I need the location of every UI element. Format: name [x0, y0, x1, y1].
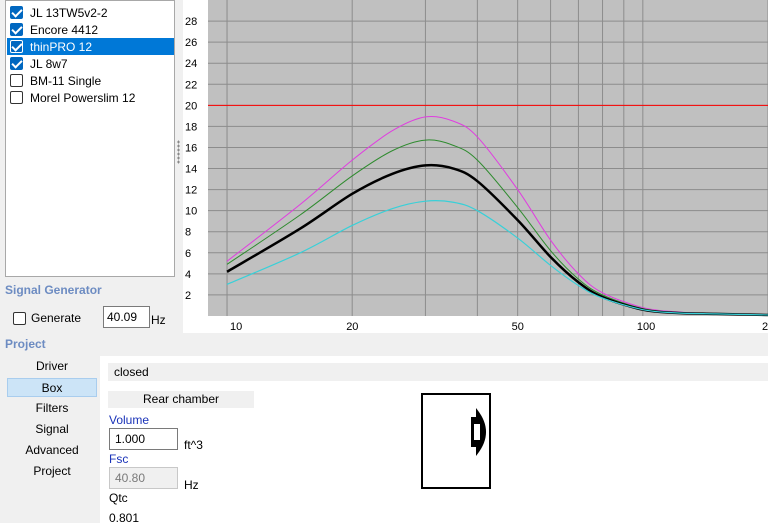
- driver-list[interactable]: JL 13TW5v2-2 Encore 4412 thinPRO 12 JL 8w7 B…: [5, 0, 175, 277]
- splitter-handle[interactable]: [177, 140, 180, 164]
- fsc-unit: Hz: [184, 478, 199, 492]
- qtc-label: Qtc: [109, 491, 128, 505]
- plot-area: [208, 0, 768, 316]
- generate-toggle[interactable]: Generate: [13, 311, 81, 325]
- x-tick-label: 10: [230, 321, 242, 333]
- y-tick-label: 6: [185, 248, 191, 260]
- y-tick-label: 2: [185, 290, 191, 302]
- volume-unit: ft^3: [184, 438, 203, 452]
- y-tick-label: 12: [185, 185, 197, 197]
- driver-label: JL 8w7: [30, 56, 68, 71]
- y-tick-label: 22: [185, 79, 197, 91]
- driver-label: Encore 4412: [30, 22, 99, 37]
- box-type-select[interactable]: closed: [108, 363, 768, 381]
- response-chart: 246810121416182022242628102050100200: [183, 0, 768, 333]
- x-tick-label: 20: [346, 321, 358, 333]
- driver-item[interactable]: Encore 4412: [7, 21, 174, 38]
- nav-item-project[interactable]: Project: [7, 462, 97, 481]
- x-tick-label: 50: [512, 321, 524, 333]
- x-tick-label: 200: [762, 321, 768, 333]
- frequency-input[interactable]: 40.09: [103, 306, 150, 328]
- nav-item-driver[interactable]: Driver: [7, 357, 97, 376]
- driver-label: JL 13TW5v2-2: [30, 5, 108, 20]
- frequency-unit: Hz: [151, 313, 166, 327]
- chart-svg: 246810121416182022242628102050100200: [185, 0, 768, 333]
- driver-label: thinPRO 12: [30, 39, 93, 54]
- driver-checkbox[interactable]: [10, 23, 23, 36]
- driver-checkbox[interactable]: [10, 91, 23, 104]
- generate-label: Generate: [31, 311, 82, 325]
- driver-label: BM-11 Single: [30, 73, 102, 88]
- volume-input[interactable]: 1.000: [109, 428, 178, 450]
- y-tick-label: 20: [185, 100, 197, 112]
- y-tick-label: 18: [185, 121, 197, 133]
- box-diagram: [421, 393, 491, 489]
- driver-checkbox[interactable]: [10, 74, 23, 87]
- project-title: Project: [5, 337, 46, 351]
- y-tick-label: 8: [185, 227, 191, 239]
- y-tick-label: 14: [185, 164, 197, 176]
- driver-item[interactable]: JL 8w7: [7, 55, 174, 72]
- nav-item-box[interactable]: Box: [7, 378, 97, 397]
- y-tick-label: 26: [185, 37, 197, 49]
- driver-item[interactable]: Morel Powerslim 12: [7, 89, 174, 106]
- fsc-input: 40.80: [109, 467, 178, 489]
- fsc-label: Fsc: [109, 452, 129, 466]
- driver-checkbox[interactable]: [10, 6, 23, 19]
- driver-item[interactable]: thinPRO 12: [7, 38, 174, 55]
- y-tick-label: 10: [185, 206, 197, 218]
- driver-label: Morel Powerslim 12: [30, 90, 136, 105]
- nav-item-advanced[interactable]: Advanced: [7, 441, 97, 460]
- y-tick-label: 4: [185, 269, 191, 281]
- generate-checkbox[interactable]: [13, 311, 26, 325]
- volume-label: Volume: [109, 413, 150, 427]
- driver-item[interactable]: BM-11 Single: [7, 72, 174, 89]
- nav-item-signal[interactable]: Signal: [7, 420, 97, 439]
- box-panel: closed Rear chamber Volume 1.000 ft^3 Fs…: [100, 356, 768, 523]
- rear-chamber-header: Rear chamber: [108, 391, 254, 408]
- driver-checkbox[interactable]: [10, 40, 23, 53]
- y-tick-label: 16: [185, 142, 197, 154]
- y-tick-label: 24: [185, 58, 197, 70]
- driver-item[interactable]: JL 13TW5v2-2: [7, 4, 174, 21]
- signal-generator-title: Signal Generator: [5, 283, 102, 297]
- nav-item-filters[interactable]: Filters: [7, 399, 97, 418]
- driver-checkbox[interactable]: [10, 57, 23, 70]
- qtc-value: 0.801: [109, 511, 140, 523]
- y-tick-label: 28: [185, 16, 197, 28]
- x-tick-label: 100: [637, 321, 655, 333]
